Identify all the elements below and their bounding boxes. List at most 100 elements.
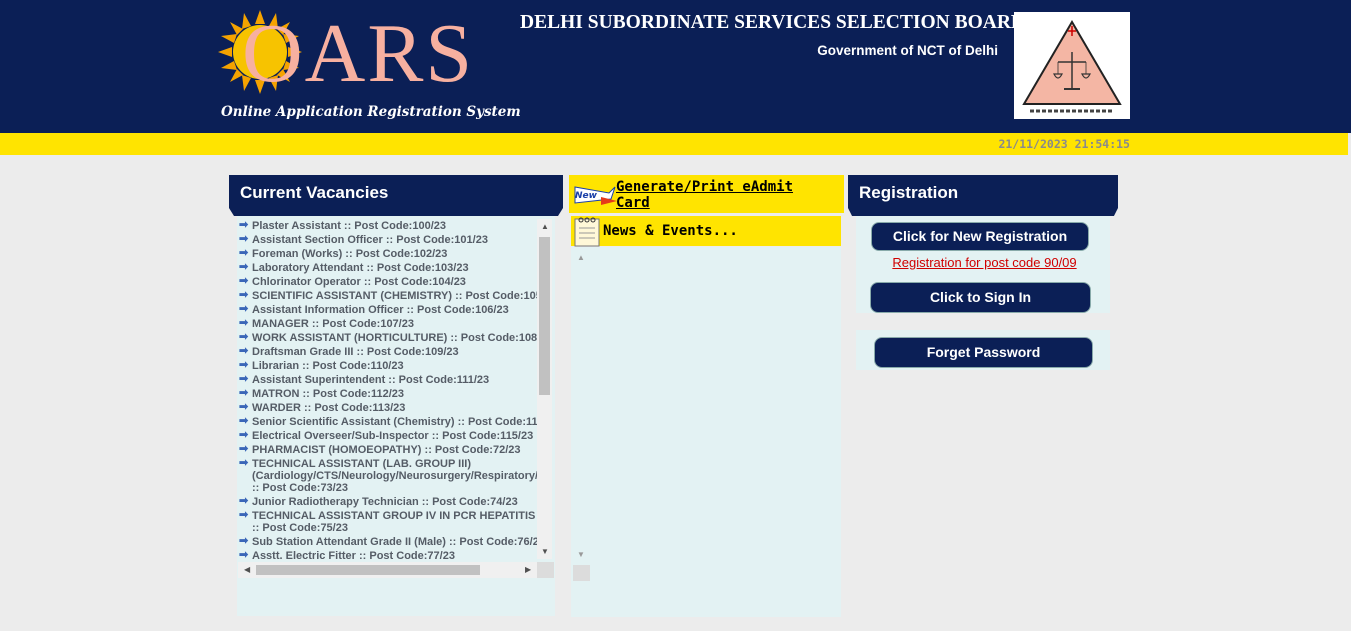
arrow-right-icon: ➡ [239,331,249,343]
server-datetime: 21/11/2023 21:54:15 [998,137,1130,151]
date-bar: 21/11/2023 21:54:15 [0,133,1348,155]
vacancy-list-item[interactable]: ➡ WORK ASSISTANT (HORTICULTURE) :: Post C… [237,331,537,345]
vacancy-list-item[interactable]: ➡ Assistant Section Officer :: Post Code:… [237,233,537,247]
vacancy-link[interactable]: Foreman (Works) :: Post Code:102/23 [252,248,537,260]
vacancy-link[interactable]: Assistant Information Officer :: Post Co… [252,304,537,316]
vacancy-link[interactable]: PHARMACIST (HOMOEOPATHY) :: Post Code:72… [252,444,537,456]
new-registration-button[interactable]: Click for New Registration [871,222,1089,251]
post-code-registration-link[interactable]: Registration for post code 90/09 [872,255,1097,270]
vacancy-link[interactable]: Librarian :: Post Code:110/23 [252,360,537,372]
vacancy-link[interactable]: Assistant Section Officer :: Post Code:1… [252,234,537,246]
arrow-right-icon: ➡ [239,247,249,259]
arrow-right-icon: ➡ [239,457,249,469]
vacancy-link[interactable]: Junior Radiotherapy Technician :: Post C… [252,496,537,508]
admit-card-banner[interactable]: New Generate/Print eAdmit Card [569,175,844,213]
arrow-right-icon: ➡ [239,289,249,301]
vacancies-vertical-scrollbar[interactable]: ▲ ▼ [537,219,552,559]
arrow-right-icon: ➡ [239,275,249,287]
vacancy-link[interactable]: WORK ASSISTANT (HORTICULTURE) :: Post Co… [252,332,537,344]
arrow-right-icon: ➡ [239,359,249,371]
arrow-right-icon: ➡ [239,303,249,315]
news-scroll-corner [573,565,590,581]
vacancy-list-item[interactable]: ➡ Librarian :: Post Code:110/23 [237,359,537,373]
oars-logo: OARS Online Application Registration Sys… [218,8,521,126]
vacancy-list-item[interactable]: ➡ TECHNICAL ASSISTANT GROUP IV IN PCR HEP… [237,509,537,535]
scroll-left-icon[interactable]: ◀ [244,565,250,574]
vacancies-heading: Current Vacancies [229,175,563,208]
arrow-right-icon: ➡ [239,373,249,385]
vacancy-list-item[interactable]: ➡ WARDER :: Post Code:113/23 [237,401,537,415]
arrow-right-icon: ➡ [239,443,249,455]
vacancy-link[interactable]: Plaster Assistant :: Post Code:100/23 [252,220,537,232]
news-events-title: News & Events... [603,223,738,239]
government-title: Government of NCT of Delhi [817,43,998,58]
vacancy-list-item[interactable]: ➡ TECHNICAL ASSISTANT (LAB. GROUP III) (C… [237,457,537,495]
forget-password-button[interactable]: Forget Password [874,337,1093,368]
dsssb-emblem-icon [1014,12,1130,119]
new-badge-icon: New [574,186,617,205]
scroll-up-icon[interactable]: ▲ [541,222,549,231]
arrow-right-icon: ➡ [239,495,249,507]
vacancy-link[interactable]: Electrical Overseer/Sub-Inspector :: Pos… [252,430,537,442]
vacancy-list-item[interactable]: ➡ Asstt. Electric Fitter :: Post Code:77/… [237,549,537,559]
vacancy-link[interactable]: TECHNICAL ASSISTANT GROUP IV IN PCR HEPA… [252,510,537,534]
arrow-right-icon: ➡ [239,535,249,547]
scrollbar-corner [537,562,554,578]
vacancies-horizontal-scrollbar[interactable]: ◀ ▶ [238,562,537,578]
vacancy-list-item[interactable]: ➡ Plaster Assistant :: Post Code:100/23 [237,219,537,233]
vacancy-list-item[interactable]: ➡ PHARMACIST (HOMOEOPATHY) :: Post Code:7… [237,443,537,457]
scroll-right-icon[interactable]: ▶ [525,565,531,574]
news-events-banner: News & Events... [571,216,841,247]
vacancy-list-item[interactable]: ➡ Chlorinator Operator :: Post Code:104/2… [237,275,537,289]
vacancy-list-item[interactable]: ➡ Laboratory Attendant :: Post Code:103/2… [237,261,537,275]
vacancy-link[interactable]: TECHNICAL ASSISTANT (LAB. GROUP III) (Ca… [252,458,537,494]
vacancy-list-item[interactable]: ➡ Sub Station Attendant Grade II (Male) :… [237,535,537,549]
vacancy-list-item[interactable]: ➡ MANAGER :: Post Code:107/23 [237,317,537,331]
arrow-right-icon: ➡ [239,401,249,413]
arrow-right-icon: ➡ [239,509,249,521]
vacancy-link[interactable]: Asstt. Electric Fitter :: Post Code:77/2… [252,550,537,559]
arrow-right-icon: ➡ [239,261,249,273]
vacancy-link[interactable]: Draftsman Grade III :: Post Code:109/23 [252,346,537,358]
vacancy-link[interactable]: WARDER :: Post Code:113/23 [252,402,537,414]
site-header: OARS Online Application Registration Sys… [0,0,1351,133]
scroll-down-icon[interactable]: ▼ [541,547,549,556]
vacancy-link[interactable]: SCIENTIFIC ASSISTANT (CHEMISTRY) :: Post… [252,290,537,302]
admit-card-label-line1: Generate/Print eAdmit [616,179,794,195]
vacancies-list[interactable]: ➡ Plaster Assistant :: Post Code:100/23 ➡ A… [237,219,537,559]
admit-card-label-line2: Card [616,195,650,211]
vacancy-link[interactable]: MATRON :: Post Code:112/23 [252,388,537,400]
arrow-right-icon: ➡ [239,345,249,357]
arrow-right-icon: ➡ [239,387,249,399]
arrow-right-icon: ➡ [239,233,249,245]
news-scroll-up-icon[interactable]: ▲ [577,253,585,262]
vacancy-link[interactable]: Sub Station Attendant Grade II (Male) ::… [252,536,537,548]
notepad-icon [574,217,600,247]
vacancy-list-item[interactable]: ➡ MATRON :: Post Code:112/23 [237,387,537,401]
vacancy-list-item[interactable]: ➡ SCIENTIFIC ASSISTANT (CHEMISTRY) :: Pos… [237,289,537,303]
vacancy-link[interactable]: MANAGER :: Post Code:107/23 [252,318,537,330]
board-title: DELHI SUBORDINATE SERVICES SELECTION BOA… [520,12,1026,33]
news-scroll-down-icon[interactable]: ▼ [577,550,585,559]
vacancy-link[interactable]: Assistant Superintendent :: Post Code:11… [252,374,537,386]
vacancy-list-item[interactable]: ➡ Assistant Superintendent :: Post Code:1… [237,373,537,387]
arrow-right-icon: ➡ [239,429,249,441]
new-badge-text: New [575,191,598,201]
vacancy-list-item[interactable]: ➡ Senior Scientific Assistant (Chemistry)… [237,415,537,429]
vacancy-link[interactable]: Senior Scientific Assistant (Chemistry) … [252,416,537,428]
arrow-right-icon: ➡ [239,549,249,559]
vacancy-list-item[interactable]: ➡ Foreman (Works) :: Post Code:102/23 [237,247,537,261]
vacancy-list-item[interactable]: ➡ Junior Radiotherapy Technician :: Post … [237,495,537,509]
news-events-panel: ▲ ▼ [571,247,841,617]
vacancy-list-item[interactable]: ➡ Draftsman Grade III :: Post Code:109/23 [237,345,537,359]
vacancy-list-item[interactable]: ➡ Assistant Information Officer :: Post C… [237,303,537,317]
horizontal-scroll-thumb[interactable] [256,565,480,575]
sign-in-button[interactable]: Click to Sign In [870,282,1091,313]
arrow-right-icon: ➡ [239,317,249,329]
vacancy-link[interactable]: Laboratory Attendant :: Post Code:103/23 [252,262,537,274]
generate-admit-card-link[interactable]: Generate/Print eAdmit Card [616,179,793,211]
vacancy-link[interactable]: Chlorinator Operator :: Post Code:104/23 [252,276,537,288]
arrow-right-icon: ➡ [239,415,249,427]
vacancy-list-item[interactable]: ➡ Electrical Overseer/Sub-Inspector :: Po… [237,429,537,443]
vertical-scroll-thumb[interactable] [539,237,550,395]
